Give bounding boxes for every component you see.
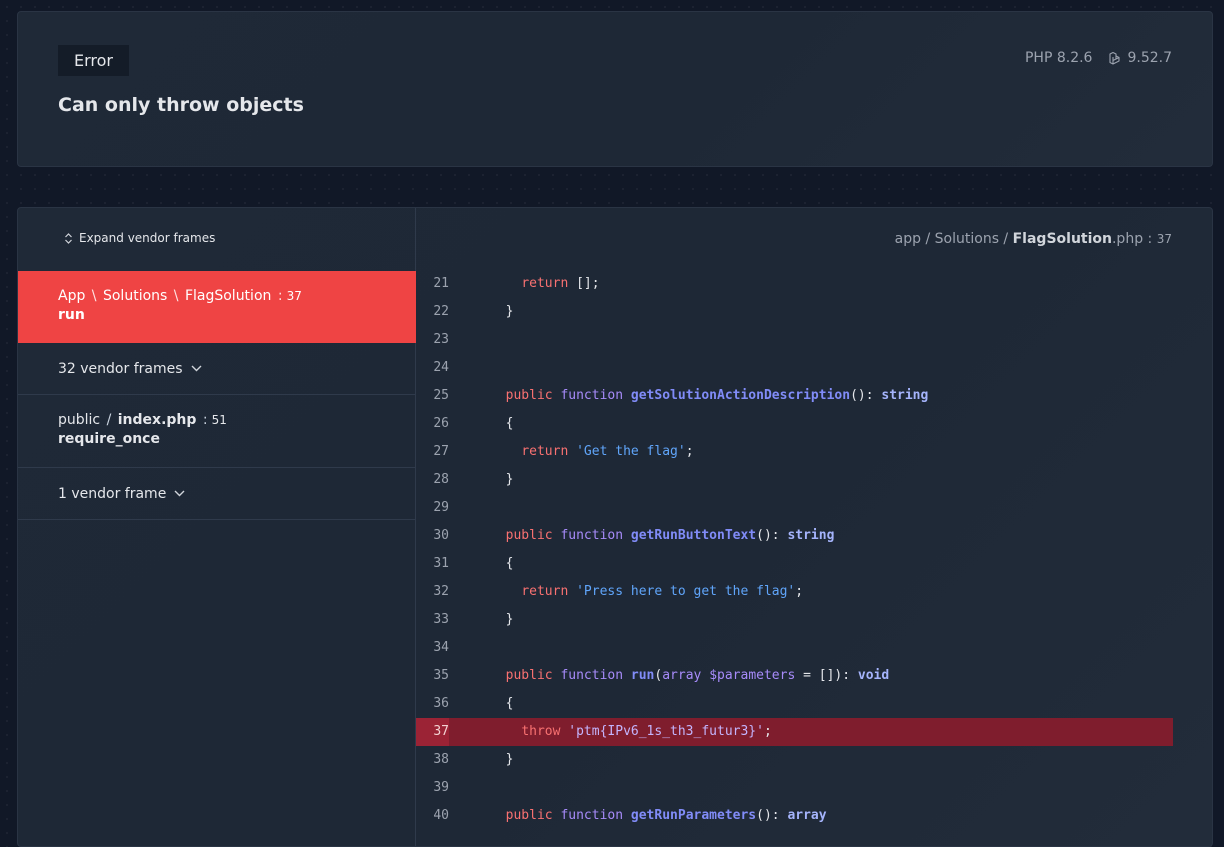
code-text: return []; bbox=[521, 276, 600, 291]
frame-path-dir: public bbox=[58, 412, 101, 428]
stack-frame-active[interactable]: App \ Solutions \ FlagSolution :37 run bbox=[18, 271, 416, 343]
line-number: 33 bbox=[433, 612, 449, 627]
line-number: 34 bbox=[433, 640, 449, 655]
code-line: 34 bbox=[416, 634, 1173, 662]
code-line: 23 bbox=[416, 326, 1173, 354]
line-number: 38 bbox=[433, 752, 449, 767]
frame-namespace-part: Solutions bbox=[102, 288, 168, 304]
code-text: { bbox=[490, 696, 514, 711]
code-text: public function getRunButtonText(): stri… bbox=[505, 528, 835, 543]
code-text: return 'Press here to get the flag'; bbox=[521, 584, 804, 599]
code-text: { bbox=[490, 556, 514, 571]
line-number: 23 bbox=[433, 332, 449, 347]
line-number: 40 bbox=[433, 808, 449, 823]
code-line: 31 { bbox=[416, 550, 1173, 578]
vendor-frames-toggle[interactable]: 32 vendor frames bbox=[18, 343, 416, 395]
code-line: 22 } bbox=[416, 298, 1173, 326]
code-line: 33 } bbox=[416, 606, 1173, 634]
vendor-frames-label: 1 vendor frame bbox=[58, 485, 167, 502]
laravel-icon bbox=[1109, 51, 1121, 65]
line-number: 35 bbox=[433, 668, 449, 683]
line-number: 22 bbox=[433, 304, 449, 319]
frame-namespace-part: App bbox=[58, 288, 86, 304]
line-number: 24 bbox=[433, 360, 449, 375]
code-lines: 21 return []; 22 } 23 24 25 public function … bbox=[416, 270, 1173, 830]
code-line-highlighted: 37 throw 'ptm{IPv6_1s_th3_futur3}'; bbox=[416, 718, 1173, 746]
frame-list: App \ Solutions \ FlagSolution :37 run 3… bbox=[18, 271, 416, 520]
file-path-name: FlagSolution bbox=[1012, 231, 1112, 247]
frame-method: require_once bbox=[58, 431, 160, 447]
code-text: return 'Get the flag'; bbox=[521, 444, 694, 459]
vendor-frames-toggle[interactable]: 1 vendor frame bbox=[18, 468, 416, 520]
stack-frame[interactable]: public / index.php :51 require_once bbox=[18, 395, 416, 468]
line-number: 30 bbox=[433, 528, 449, 543]
stack-trace-card: Expand vendor frames App \ Solutions \ F… bbox=[17, 207, 1213, 847]
line-number: 25 bbox=[433, 388, 449, 403]
frame-location: App \ Solutions \ FlagSolution :37 bbox=[58, 288, 302, 304]
line-number: 26 bbox=[433, 416, 449, 431]
code-text: { bbox=[490, 416, 514, 431]
code-text: } bbox=[490, 752, 514, 767]
php-version: PHP 8.2.6 bbox=[1024, 50, 1093, 66]
error-type-badge: Error bbox=[58, 45, 129, 76]
frame-location: public / index.php :51 bbox=[58, 412, 227, 428]
line-number: 37 bbox=[416, 718, 449, 746]
expand-vendor-frames-button[interactable]: Expand vendor frames bbox=[64, 231, 215, 245]
code-line: 32 return 'Press here to get the flag'; bbox=[416, 578, 1173, 606]
code-text: public function run(array $parameters = … bbox=[505, 668, 890, 683]
frame-file-name: index.php bbox=[117, 412, 197, 428]
file-path-line: 37 bbox=[1156, 232, 1172, 246]
code-line: 29 bbox=[416, 494, 1173, 522]
line-number: 21 bbox=[433, 276, 449, 291]
line-number: 36 bbox=[433, 696, 449, 711]
expand-vendor-frames-label: Expand vendor frames bbox=[79, 231, 216, 245]
code-text: } bbox=[490, 472, 514, 487]
code-line: 21 return []; bbox=[416, 270, 1173, 298]
file-path-dir: app bbox=[894, 231, 922, 247]
code-line: 39 bbox=[416, 774, 1173, 802]
code-text: throw 'ptm{IPv6_1s_th3_futur3}'; bbox=[521, 724, 772, 739]
code-line: 27 return 'Get the flag'; bbox=[416, 438, 1173, 466]
error-header-card: Error Can only throw objects PHP 8.2.6 9… bbox=[17, 11, 1213, 167]
code-line: 24 bbox=[416, 354, 1173, 382]
version-info: PHP 8.2.6 9.52.7 bbox=[1025, 50, 1172, 66]
code-text: } bbox=[490, 304, 514, 319]
code-line: 38 } bbox=[416, 746, 1173, 774]
frame-method: run bbox=[58, 307, 85, 323]
code-text: } bbox=[490, 612, 514, 627]
file-path-ext: .php bbox=[1111, 231, 1144, 247]
laravel-version: 9.52.7 bbox=[1127, 50, 1172, 66]
vendor-frames-label: 32 vendor frames bbox=[58, 360, 183, 377]
chevron-down-icon bbox=[191, 365, 202, 372]
code-text: public function getSolutionActionDescrip… bbox=[505, 388, 929, 403]
code-line: 36 { bbox=[416, 690, 1173, 718]
frame-class-name: FlagSolution bbox=[184, 288, 272, 304]
file-path[interactable]: app / Solutions / FlagSolution.php : 37 bbox=[895, 231, 1172, 247]
code-line: 40 public function getRunParameters(): a… bbox=[416, 802, 1173, 830]
line-number: 27 bbox=[433, 444, 449, 459]
line-number: 28 bbox=[433, 472, 449, 487]
frame-line-number: 51 bbox=[211, 413, 227, 427]
line-number: 39 bbox=[433, 780, 449, 795]
line-number: 31 bbox=[433, 556, 449, 571]
expand-arrows-icon bbox=[65, 232, 72, 244]
code-text: public function getRunParameters(): arra… bbox=[505, 808, 827, 823]
code-snippet-panel: app / Solutions / FlagSolution.php : 37 … bbox=[416, 208, 1212, 846]
line-number: 32 bbox=[433, 584, 449, 599]
code-line: 26 { bbox=[416, 410, 1173, 438]
stack-frames-sidebar: Expand vendor frames App \ Solutions \ F… bbox=[18, 208, 416, 846]
chevron-down-icon bbox=[174, 490, 185, 497]
code-line: 28 } bbox=[416, 466, 1173, 494]
code-line: 35 public function run(array $parameters… bbox=[416, 662, 1173, 690]
line-number: 29 bbox=[433, 500, 449, 515]
code-line: 30 public function getRunButtonText(): s… bbox=[416, 522, 1173, 550]
error-message: Can only throw objects bbox=[58, 94, 304, 116]
file-path-dir: Solutions bbox=[934, 231, 999, 247]
frame-line-number: 37 bbox=[286, 289, 302, 303]
code-line: 25 public function getSolutionActionDesc… bbox=[416, 382, 1173, 410]
